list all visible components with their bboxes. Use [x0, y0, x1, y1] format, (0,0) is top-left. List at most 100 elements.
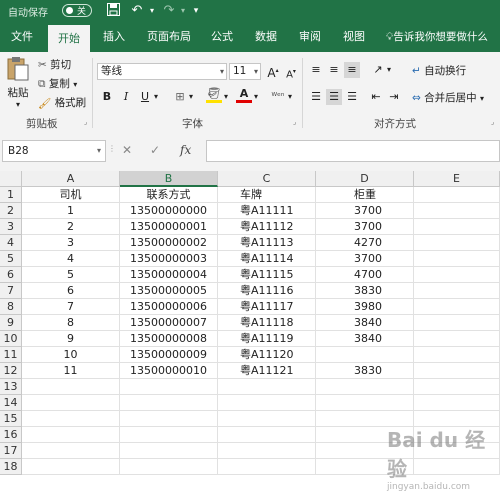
cell-d6[interactable]: 4700 — [316, 267, 414, 283]
autosave-toggle[interactable]: 关 — [62, 4, 92, 17]
cell-a3[interactable]: 2 — [22, 219, 120, 235]
cell-c3[interactable]: 粤A11112 — [218, 219, 316, 235]
font-size-combo[interactable]: 11 ▾ — [229, 63, 261, 80]
cell-e5[interactable] — [414, 251, 500, 267]
cell-e4[interactable] — [414, 235, 500, 251]
cell-a10[interactable]: 9 — [22, 331, 120, 347]
cell-d3[interactable]: 3700 — [316, 219, 414, 235]
cell-b18[interactable] — [120, 459, 218, 475]
redo-dropdown-icon[interactable]: ▾ — [178, 3, 188, 19]
cell-d11[interactable] — [316, 347, 414, 363]
font-name-combo[interactable]: 等线 ▾ — [97, 63, 227, 80]
cell-a11[interactable]: 10 — [22, 347, 120, 363]
cell-a18[interactable] — [22, 459, 120, 475]
cell-b10[interactable]: 13500000008 — [120, 331, 218, 347]
cell-e16[interactable] — [414, 427, 500, 443]
column-header-d[interactable]: D — [316, 171, 414, 187]
cell-a5[interactable]: 4 — [22, 251, 120, 267]
column-header-b[interactable]: B — [120, 171, 218, 187]
cell-e18[interactable] — [414, 459, 500, 475]
row-header[interactable]: 16 — [0, 427, 22, 443]
font-color-dropdown-icon[interactable]: ▾ — [254, 92, 258, 101]
cell-e10[interactable] — [414, 331, 500, 347]
cell-b6[interactable]: 13500000004 — [120, 267, 218, 283]
row-header[interactable]: 9 — [0, 315, 22, 331]
cell-e14[interactable] — [414, 395, 500, 411]
row-header[interactable]: 2 — [0, 203, 22, 219]
column-header-a[interactable]: A — [22, 171, 120, 187]
cell-c16[interactable] — [218, 427, 316, 443]
cell-c8[interactable]: 粤A11117 — [218, 299, 316, 315]
cell-d1[interactable]: 柜重 — [316, 187, 414, 203]
copy-button[interactable]: ⧉ 复制 ▾ — [38, 76, 77, 91]
underline-dropdown-icon[interactable]: ▾ — [154, 92, 158, 101]
cell-a17[interactable] — [22, 443, 120, 459]
undo-dropdown-icon[interactable]: ▾ — [147, 3, 157, 19]
cell-b17[interactable] — [120, 443, 218, 459]
cell-b14[interactable] — [120, 395, 218, 411]
align-center-icon[interactable]: ☰ — [326, 89, 342, 105]
cell-c13[interactable] — [218, 379, 316, 395]
cell-b12[interactable]: 13500000010 — [120, 363, 218, 379]
row-header[interactable]: 1 — [0, 187, 22, 203]
cell-c4[interactable]: 粤A11113 — [218, 235, 316, 251]
cell-e9[interactable] — [414, 315, 500, 331]
cell-e17[interactable] — [414, 443, 500, 459]
cell-c2[interactable]: 粤A11111 — [218, 203, 316, 219]
cell-c9[interactable]: 粤A11118 — [218, 315, 316, 331]
insert-function-button[interactable]: fx — [180, 143, 191, 157]
align-top-icon[interactable]: ≡ — [308, 62, 324, 78]
orientation-dropdown-icon[interactable]: ▾ — [387, 65, 391, 74]
cell-c7[interactable]: 粤A11116 — [218, 283, 316, 299]
cell-a2[interactable]: 1 — [22, 203, 120, 219]
row-header[interactable]: 8 — [0, 299, 22, 315]
align-bottom-icon[interactable]: ≡ — [344, 62, 360, 78]
wrap-text-button[interactable]: ↵ 自动换行 — [412, 63, 466, 78]
name-box[interactable]: B28 ▾ — [2, 140, 106, 162]
cell-b3[interactable]: 13500000001 — [120, 219, 218, 235]
cell-d13[interactable] — [316, 379, 414, 395]
cell-d2[interactable]: 3700 — [316, 203, 414, 219]
redo-icon[interactable]: ↷ — [160, 3, 178, 19]
formula-input[interactable] — [206, 140, 500, 162]
alignment-launcher-icon[interactable]: ⌟ — [491, 118, 494, 126]
cell-e8[interactable] — [414, 299, 500, 315]
undo-icon[interactable]: ↶ — [128, 3, 146, 19]
cell-a9[interactable]: 8 — [22, 315, 120, 331]
cell-b1[interactable]: 联系方式 — [120, 187, 218, 203]
fill-color-dropdown-icon[interactable]: ▾ — [224, 92, 228, 101]
cell-c1[interactable]: 车牌 — [218, 187, 316, 203]
cell-c10[interactable]: 粤A11119 — [218, 331, 316, 347]
row-header[interactable]: 10 — [0, 331, 22, 347]
cell-b13[interactable] — [120, 379, 218, 395]
tab-review[interactable]: 审阅 — [292, 22, 328, 52]
font-color-icon[interactable]: A — [236, 88, 252, 104]
cell-a6[interactable]: 5 — [22, 267, 120, 283]
cell-d16[interactable] — [316, 427, 414, 443]
phonetic-icon[interactable]: ᵂᵉⁿ — [270, 89, 286, 105]
row-header[interactable]: 3 — [0, 219, 22, 235]
row-header[interactable]: 4 — [0, 235, 22, 251]
cell-d5[interactable]: 3700 — [316, 251, 414, 267]
cell-d9[interactable]: 3840 — [316, 315, 414, 331]
save-icon[interactable] — [104, 3, 122, 19]
align-right-icon[interactable]: ☰ — [344, 89, 360, 105]
phonetic-dropdown-icon[interactable]: ▾ — [288, 92, 292, 101]
cell-c15[interactable] — [218, 411, 316, 427]
cell-d4[interactable]: 4270 — [316, 235, 414, 251]
cell-b5[interactable]: 13500000003 — [120, 251, 218, 267]
cell-a8[interactable]: 7 — [22, 299, 120, 315]
row-header[interactable]: 11 — [0, 347, 22, 363]
tab-file[interactable]: 文件 — [2, 22, 42, 52]
cell-b7[interactable]: 13500000005 — [120, 283, 218, 299]
cell-c5[interactable]: 粤A11114 — [218, 251, 316, 267]
format-painter-button[interactable]: 🖌︎ 格式刷 — [38, 95, 86, 110]
column-header-c[interactable]: C — [218, 171, 316, 187]
align-left-icon[interactable]: ☰ — [308, 89, 324, 105]
cell-c17[interactable] — [218, 443, 316, 459]
tab-page-layout[interactable]: 页面布局 — [140, 22, 198, 52]
enter-check-icon[interactable]: ✓ — [150, 143, 160, 157]
cell-e1[interactable] — [414, 187, 500, 203]
borders-icon[interactable]: ⊞ — [172, 89, 188, 105]
cell-d17[interactable] — [316, 443, 414, 459]
